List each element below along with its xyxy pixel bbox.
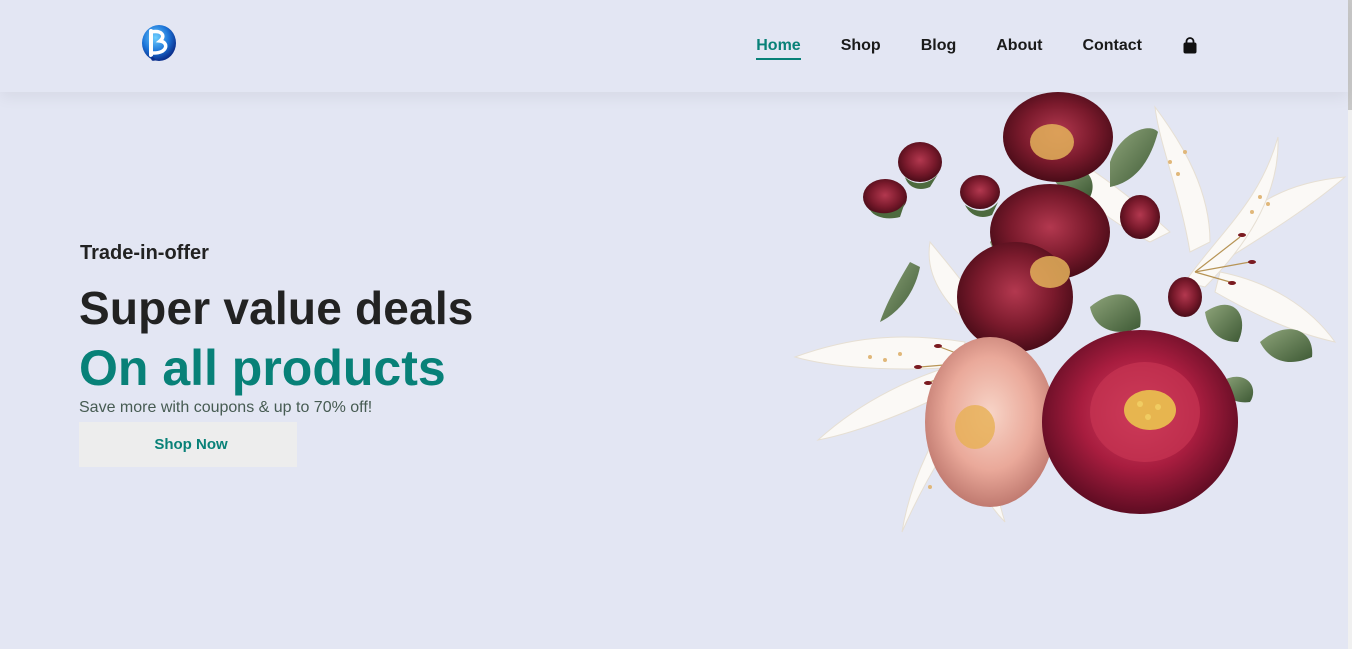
scrollbar-thumb[interactable] [1348, 0, 1352, 110]
nav-link-contact[interactable]: Contact [1082, 37, 1142, 55]
nav-link-about[interactable]: About [996, 37, 1042, 55]
logo-icon[interactable] [138, 22, 180, 64]
site-header: Home Shop Blog About Contact [0, 0, 1348, 92]
nav-link-shop[interactable]: Shop [841, 37, 881, 55]
nav-link-home[interactable]: Home [756, 37, 800, 55]
main-nav: Home Shop Blog About Contact [756, 0, 1198, 92]
nav-item-cart [1182, 37, 1198, 55]
nav-item-home: Home [756, 37, 800, 55]
nav-item-shop: Shop [841, 37, 881, 55]
hero-section: Trade-in-offer Super value deals On all … [0, 92, 1348, 649]
hero-headline: Super value deals [79, 282, 474, 334]
hero-eyebrow: Trade-in-offer [80, 242, 209, 264]
hero-subtext: Save more with coupons & up to 70% off! [79, 399, 373, 416]
page-scrollbar[interactable] [1348, 0, 1352, 649]
nav-item-contact: Contact [1082, 37, 1142, 55]
shopping-bag-icon[interactable] [1182, 37, 1198, 55]
shop-now-button[interactable]: Shop Now [79, 422, 297, 467]
flower-bouquet-image [793, 92, 1347, 533]
nav-item-about: About [996, 37, 1042, 55]
hero-highlight: On all products [79, 340, 446, 396]
nav-item-blog: Blog [921, 37, 957, 55]
nav-link-blog[interactable]: Blog [921, 37, 957, 55]
